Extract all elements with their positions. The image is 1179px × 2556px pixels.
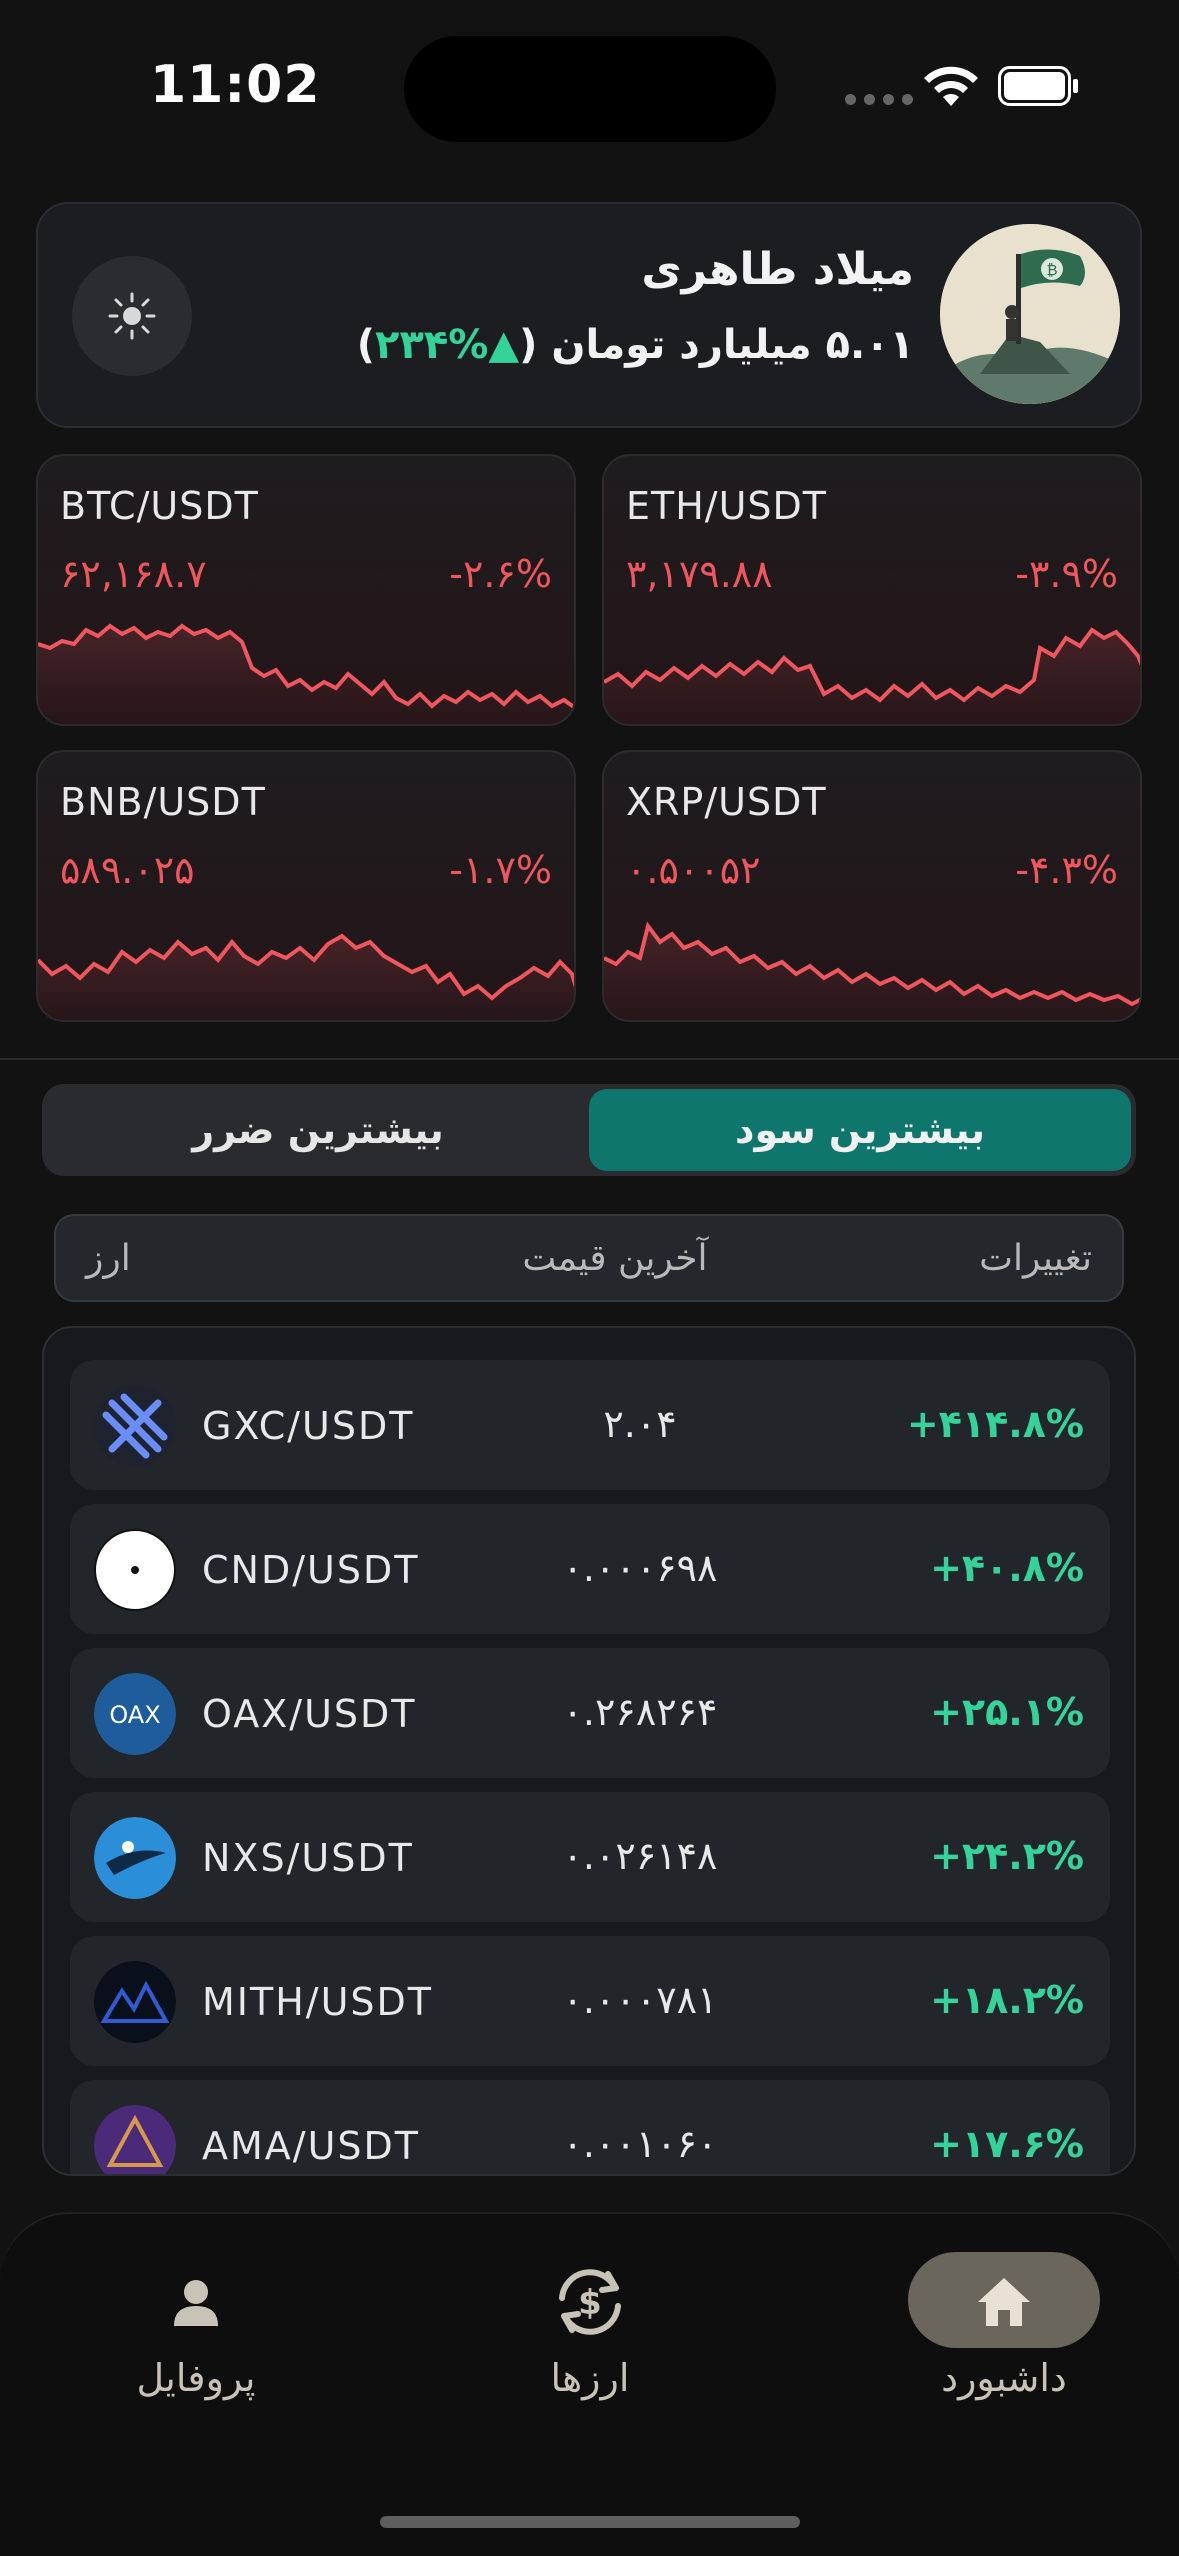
section-divider — [0, 1058, 1179, 1060]
exchange-dollar-icon: $ — [559, 2269, 621, 2335]
row-price: ۰.۲۶۸۲۶۴ — [562, 1690, 718, 1734]
row-symbol: NXS/USDT — [202, 1836, 414, 1880]
col-currency: ارز — [86, 1237, 131, 1279]
list-item[interactable]: OAX OAX/USDT ۰.۲۶۸۲۶۴ +۲۵.۱% — [70, 1648, 1110, 1778]
market-pair: BTC/USDT — [60, 484, 259, 528]
list-item[interactable]: CND/USDT ۰.۰۰۰۶۹۸ +۴۰.۸% — [70, 1504, 1110, 1634]
row-symbol: GXC/USDT — [202, 1404, 415, 1448]
tab-losers[interactable]: بیشترین ضرر — [47, 1089, 589, 1171]
sparkline-chart — [38, 933, 574, 1020]
col-changes: تغییرات — [979, 1237, 1092, 1279]
tab-gainers[interactable]: بیشترین سود — [589, 1089, 1131, 1171]
list-item[interactable]: MITH/USDT ۰.۰۰۰۷۸۱ +۱۸.۲% — [70, 1936, 1110, 2066]
signal-icon — [845, 94, 913, 105]
market-card-xrp[interactable]: XRP/USDT ۰.۵۰۰۵۲ -۴.۳% — [602, 750, 1142, 1022]
table-header: ارز آخرین قیمت تغییرات — [54, 1214, 1124, 1302]
market-card-bnb[interactable]: BNB/USDT ۵۸۹.۰۲۵ -۱.۷% — [36, 750, 576, 1022]
row-symbol: OAX/USDT — [202, 1692, 417, 1736]
sun-icon — [108, 292, 156, 340]
svg-text:$: $ — [578, 2283, 602, 2323]
market-pair: ETH/USDT — [626, 484, 828, 528]
sparkline-chart — [604, 627, 1140, 724]
list-item[interactable]: AMA/USDT ۰.۰۰۱۰۶۰ +۱۷.۶% — [70, 2080, 1110, 2174]
gainers-losers-toggle: بیشترین ضرر بیشترین سود — [42, 1084, 1136, 1176]
row-change: +۱۸.۲% — [930, 1978, 1084, 2022]
wifi-icon — [924, 66, 978, 106]
row-change: +۱۷.۶% — [930, 2122, 1084, 2166]
nav-dashboard-label: داشبورد — [941, 2356, 1067, 2400]
nav-profile-label: پروفایل — [136, 2356, 256, 2400]
balance-gain: (▲%۲۳۴) — [356, 322, 538, 368]
status-time: 11:02 — [150, 55, 321, 115]
balance-amount: ۵.۰۱ میلیارد تومان — [551, 322, 914, 368]
list-item[interactable]: GXC/USDT ۲.۰۴ +۴۱۴.۸% — [70, 1360, 1110, 1490]
svg-text:₿: ₿ — [1046, 261, 1057, 279]
market-card-btc[interactable]: BTC/USDT ۶۲,۱۶۸.۷ -۲.۶% — [36, 454, 576, 726]
nxs-icon — [94, 1817, 176, 1899]
row-price: ۰.۰۲۶۱۴۸ — [562, 1834, 718, 1878]
row-price: ۰.۰۰۱۰۶۰ — [562, 2122, 718, 2166]
market-pair: BNB/USDT — [60, 780, 266, 824]
market-card-eth[interactable]: ETH/USDT ۳,۱۷۹.۸۸ -۳.۹% — [602, 454, 1142, 726]
mith-icon — [94, 1961, 176, 2043]
row-symbol: AMA/USDT — [202, 2124, 420, 2168]
avatar-image: ₿ — [940, 224, 1120, 404]
col-last-price: آخرین قیمت — [522, 1237, 708, 1279]
battery-icon — [998, 66, 1078, 106]
row-symbol: MITH/USDT — [202, 1980, 433, 2024]
row-price: ۰.۰۰۰۶۹۸ — [562, 1546, 718, 1590]
row-change: +۲۵.۱% — [930, 1690, 1084, 1734]
row-change: +۲۴.۲% — [930, 1834, 1084, 1878]
row-price: ۲.۰۴ — [603, 1402, 677, 1446]
row-change: +۴۱۴.۸% — [906, 1402, 1084, 1446]
dynamic-island — [404, 36, 776, 142]
user-name: میلاد طاهری — [641, 244, 914, 295]
sparkline-chart — [604, 921, 1140, 1020]
avatar[interactable]: ₿ — [940, 224, 1120, 404]
user-icon — [174, 2280, 218, 2326]
ama-icon — [94, 2105, 176, 2174]
theme-toggle-button[interactable] — [72, 256, 192, 376]
cnd-icon — [94, 1529, 176, 1611]
row-price: ۰.۰۰۰۷۸۱ — [562, 1978, 718, 2022]
market-pair: XRP/USDT — [626, 780, 827, 824]
user-balance: ۵.۰۱ میلیارد تومان (▲%۲۳۴) — [357, 322, 914, 368]
sparkline-chart — [38, 623, 574, 724]
list-item[interactable]: NXS/USDT ۰.۰۲۶۱۴۸ +۲۴.۲% — [70, 1792, 1110, 1922]
row-change: +۴۰.۸% — [930, 1546, 1084, 1590]
oax-icon: OAX — [94, 1673, 176, 1755]
gxc-icon — [94, 1385, 176, 1467]
row-symbol: CND/USDT — [202, 1548, 420, 1592]
nav-currencies-label: ارزها — [550, 2356, 630, 2400]
home-indicator — [380, 2516, 800, 2528]
home-icon — [978, 2278, 1030, 2326]
top-gainers-list: GXC/USDT ۲.۰۴ +۴۱۴.۸% CND/USDT ۰.۰۰۰۶۹۸ … — [42, 1326, 1136, 2176]
svg-text:OAX: OAX — [109, 1701, 160, 1729]
